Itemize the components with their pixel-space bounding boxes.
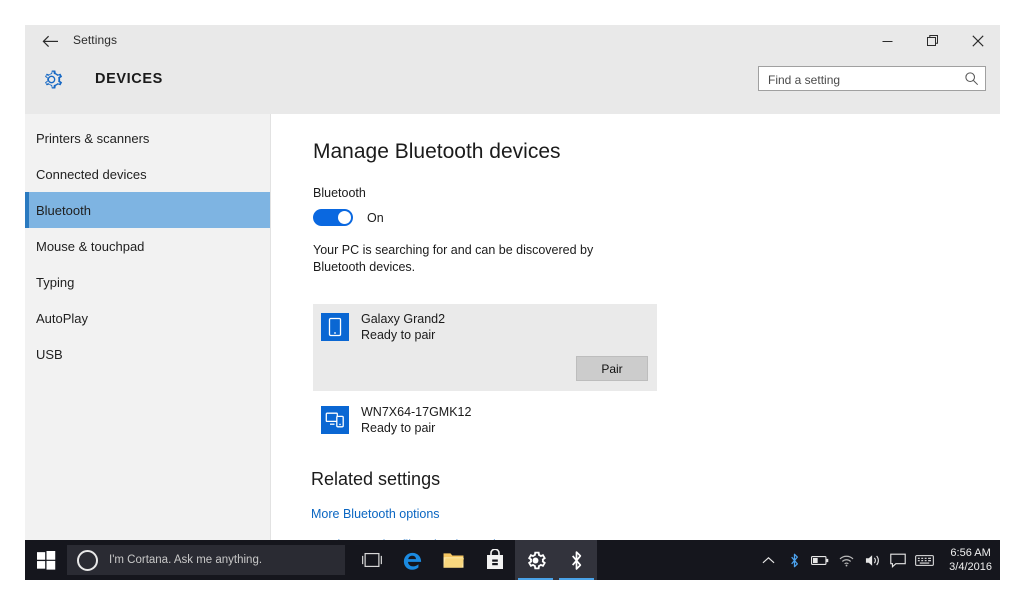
search-box[interactable] <box>758 66 986 92</box>
settings-window: Settings DEVICES Find a setting Printers… <box>25 25 1000 540</box>
sidebar: Printers & scanners Connected devices Bl… <box>25 114 271 540</box>
main-content: Manage Bluetooth devices Bluetooth On Yo… <box>272 114 1000 540</box>
device-item[interactable]: WN7X64-17GMK12 Ready to pair <box>313 397 657 435</box>
volume-icon[interactable] <box>859 540 885 580</box>
windows-start-icon <box>36 550 55 570</box>
bluetooth-taskbar-button[interactable] <box>556 540 597 580</box>
store-icon <box>486 549 503 569</box>
close-icon <box>971 35 984 47</box>
content-title: Manage Bluetooth devices <box>313 140 561 163</box>
file-explorer-icon <box>443 552 464 568</box>
edge-button[interactable] <box>392 540 433 580</box>
device-item-selected[interactable]: Galaxy Grand2 Ready to pair Pair <box>313 304 657 391</box>
sidebar-item-connected-devices[interactable]: Connected devices <box>25 156 270 192</box>
device-status: Ready to pair <box>361 328 436 342</box>
cortana-search-box[interactable]: I'm Cortana. Ask me anything. <box>67 545 345 575</box>
search-input[interactable] <box>766 67 960 92</box>
device-row: Galaxy Grand2 Ready to pair <box>313 304 657 342</box>
window-title: Settings <box>73 33 118 47</box>
bluetooth-label: Bluetooth <box>313 186 366 200</box>
taskbar: I'm Cortana. Ask me anything. 6:56 AM 3/… <box>25 540 1000 580</box>
sidebar-item-mouse-touchpad[interactable]: Mouse & touchpad <box>25 228 270 264</box>
clock-time: 6:56 AM <box>950 547 991 559</box>
close-button[interactable] <box>955 25 1000 57</box>
settings-taskbar-button[interactable] <box>515 540 556 580</box>
monitor-phone-icon <box>321 406 349 434</box>
gear-icon <box>37 65 65 93</box>
device-text: WN7X64-17GMK12 Ready to pair <box>361 405 471 435</box>
clock-date: 3/4/2016 <box>949 561 992 573</box>
cortana-placeholder: I'm Cortana. Ask me anything. <box>109 554 263 566</box>
maximize-button[interactable] <box>910 25 955 57</box>
sidebar-item-label: Typing <box>36 274 75 290</box>
file-explorer-button[interactable] <box>433 540 474 580</box>
device-name: Galaxy Grand2 <box>361 312 446 326</box>
bluetooth-icon <box>572 550 582 570</box>
sidebar-item-label: Mouse & touchpad <box>36 238 145 254</box>
sidebar-item-typing[interactable]: Typing <box>25 264 270 300</box>
toggle-state-label: On <box>367 210 384 225</box>
edge-icon <box>403 552 422 570</box>
battery-icon[interactable] <box>807 540 833 580</box>
system-tray: 6:56 AM 3/4/2016 <box>755 540 1000 580</box>
bluetooth-tray-icon[interactable] <box>781 540 807 580</box>
bluetooth-toggle-row: On <box>313 209 1000 226</box>
action-center-icon[interactable] <box>885 540 911 580</box>
page-header: DEVICES <box>25 57 1000 114</box>
device-text: Galaxy Grand2 Ready to pair <box>361 312 445 342</box>
store-button[interactable] <box>474 540 515 580</box>
pair-button[interactable]: Pair <box>576 356 648 381</box>
cortana-circle-icon <box>77 549 98 571</box>
task-view-icon <box>361 552 382 568</box>
link-more-bluetooth-options[interactable]: More Bluetooth options <box>311 507 1000 521</box>
screen: Settings DEVICES Find a setting Printers… <box>0 0 1024 601</box>
start-button[interactable] <box>25 540 67 580</box>
sidebar-item-autoplay[interactable]: AutoPlay <box>25 300 270 336</box>
toggle-knob <box>338 211 351 224</box>
settings-icon <box>527 551 546 569</box>
phone-icon <box>321 313 349 341</box>
bluetooth-description: Your PC is searching for and can be disc… <box>313 243 594 274</box>
chevron-up-icon[interactable] <box>755 540 781 580</box>
clock[interactable]: 6:56 AM 3/4/2016 <box>949 546 992 574</box>
sidebar-item-label: AutoPlay <box>36 310 89 326</box>
wifi-icon[interactable] <box>833 540 859 580</box>
bluetooth-toggle[interactable] <box>313 209 353 226</box>
taskbar-apps <box>351 540 597 580</box>
back-button[interactable] <box>37 29 63 53</box>
minimize-button[interactable] <box>865 25 910 57</box>
sidebar-item-usb[interactable]: USB <box>25 336 270 372</box>
device-name: WN7X64-17GMK12 <box>361 405 472 419</box>
sidebar-item-bluetooth[interactable]: Bluetooth <box>25 192 270 228</box>
back-arrow-icon <box>42 35 58 47</box>
search-icon <box>964 71 979 86</box>
sidebar-item-label: Printers & scanners <box>36 130 150 146</box>
sidebar-item-label: USB <box>36 346 63 362</box>
task-view-button[interactable] <box>351 540 392 580</box>
device-actions: Pair <box>313 356 657 381</box>
sidebar-item-label: Bluetooth <box>36 202 91 218</box>
minimize-icon <box>882 40 893 42</box>
device-row: WN7X64-17GMK12 Ready to pair <box>313 397 657 435</box>
keyboard-icon[interactable] <box>911 540 937 580</box>
window-controls <box>865 25 1000 57</box>
restore-icon <box>926 35 938 46</box>
window-body: Printers & scanners Connected devices Bl… <box>25 114 1000 540</box>
sidebar-item-label: Connected devices <box>36 166 147 182</box>
page-title-devices: DEVICES <box>95 71 163 87</box>
sidebar-item-printers-scanners[interactable]: Printers & scanners <box>25 120 270 156</box>
related-settings-title: Related settings <box>311 469 441 489</box>
device-status: Ready to pair <box>361 421 436 435</box>
title-bar: Settings <box>25 25 1000 57</box>
device-list: Galaxy Grand2 Ready to pair Pair WN7X64-… <box>313 304 1000 435</box>
